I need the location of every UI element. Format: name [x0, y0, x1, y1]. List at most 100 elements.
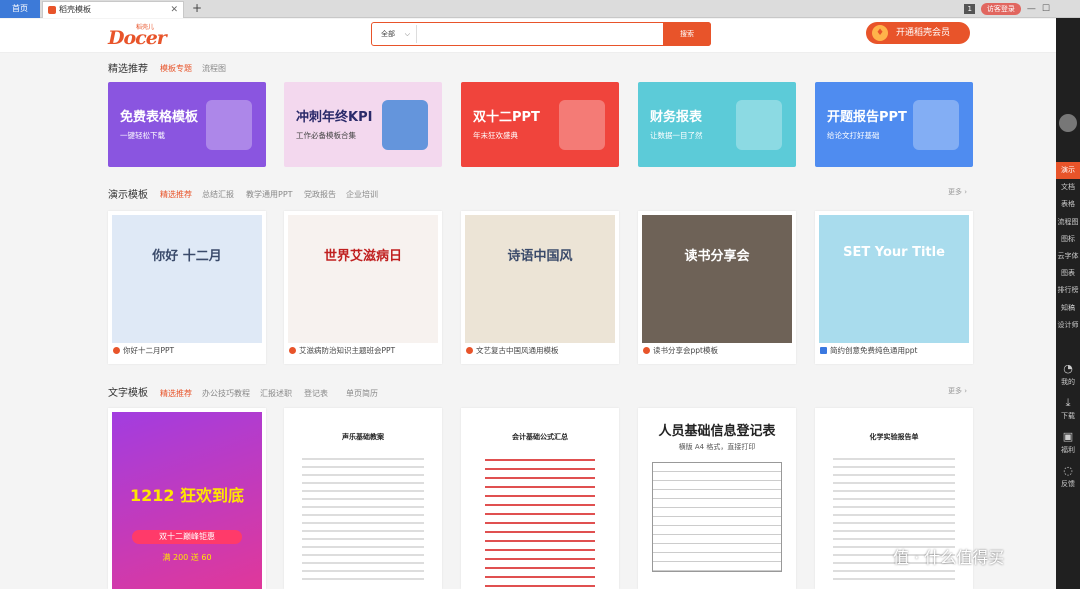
text-line — [485, 468, 595, 470]
avatar[interactable] — [1059, 114, 1077, 132]
text-line — [302, 514, 424, 516]
text-line — [833, 474, 955, 476]
tab-text-3[interactable]: 登记表 — [304, 388, 328, 399]
tab-featured-flowchart[interactable]: 流程图 — [202, 63, 226, 74]
gift-icon: ▣ — [1062, 430, 1074, 443]
thumbnail-title: SET Your Title — [843, 245, 945, 260]
text-section-title: 文字模板 — [108, 388, 148, 399]
text-line — [302, 538, 424, 540]
thumbnail-subtitle: 双十二巅峰钜惠 — [132, 530, 242, 544]
featured-banner-1[interactable]: 冲刺年终KPI 工作必备模板合集 — [284, 82, 442, 167]
text-template-card[interactable]: 声乐基础教案 — [284, 408, 442, 589]
text-line — [833, 522, 955, 524]
docer-tab-icon — [48, 6, 56, 14]
sidebar-item-5[interactable]: 云字体 — [1056, 248, 1080, 265]
sidebar-item-7[interactable]: 排行榜 — [1056, 282, 1080, 299]
sidebar-item-6[interactable]: 图表 — [1056, 265, 1080, 282]
docer-logo[interactable]: Docer 稻壳儿 — [108, 22, 167, 49]
tab-featured-topics[interactable]: 模板专题 — [160, 63, 192, 74]
tab-ppt-4[interactable]: 企业培训 — [346, 189, 378, 200]
template-caption-text: 艾滋病防治知识主题班会PPT — [299, 346, 396, 355]
banner-illustration — [206, 100, 252, 150]
ppt-section-title: 演示模板 — [108, 190, 148, 201]
sidebar-item-4[interactable]: 图标 — [1056, 231, 1080, 248]
ppt-template-card[interactable]: 你好 十二月你好十二月PPT — [108, 211, 266, 364]
text-line — [302, 482, 424, 484]
sidebar-item-8[interactable]: 知稿 — [1056, 300, 1080, 317]
ppt-template-card[interactable]: 读书分享会 读书分享会ppt模板 — [638, 211, 796, 364]
template-thumbnail: 会计基础公式汇总 — [465, 412, 615, 589]
guest-login-button[interactable]: 访客登录 — [980, 3, 1021, 15]
template-caption: 艾滋病防治知识主题班会PPT — [289, 345, 395, 356]
sidebar-action-1[interactable]: ⤓ 下载 — [1056, 395, 1080, 429]
thumbnail-title: 会计基础公式汇总 — [512, 433, 568, 441]
ppt-template-card[interactable]: 世界艾滋病日 艾滋病防治知识主题班会PPT — [284, 211, 442, 364]
text-line — [833, 506, 955, 508]
thumbnail-title: 声乐基础教案 — [342, 433, 384, 441]
tab-text-4[interactable]: 单页简历 — [346, 388, 378, 399]
tab-count-badge[interactable]: 1 — [964, 4, 975, 14]
ppt-more-link[interactable]: 更多 › — [948, 187, 967, 197]
new-tab-plus-icon[interactable]: + — [192, 0, 202, 17]
template-caption-text: 简约创意免费纯色通用ppt — [830, 346, 918, 355]
text-line — [302, 498, 424, 500]
sidebar-item-9[interactable]: 设计师 — [1056, 317, 1080, 334]
tab-ppt-1[interactable]: 总结汇报 — [202, 189, 234, 200]
home-tab[interactable]: 首页 — [0, 0, 40, 18]
template-caption: 你好十二月PPT — [113, 345, 174, 356]
search-button[interactable]: 搜索 — [663, 22, 711, 46]
tab-text-2[interactable]: 汇报述职 — [260, 388, 292, 399]
banner-title: 冲刺年终KPI — [296, 110, 373, 125]
text-line — [833, 538, 955, 540]
search-category-label: 全部 — [381, 30, 395, 38]
sidebar-bottom-actions: ◔ 我的 ⤓ 下载 ▣ 福利 ◌ 反馈 — [1056, 361, 1080, 497]
template-caption: 读书分享会ppt模板 — [643, 345, 718, 356]
featured-banner-3[interactable]: 财务报表 让数据一目了然 — [638, 82, 796, 167]
text-line — [302, 466, 424, 468]
search-input[interactable] — [416, 25, 662, 43]
template-caption: 简约创意免费纯色通用ppt — [820, 345, 917, 356]
minimize-icon[interactable]: — — [1027, 4, 1036, 14]
text-line — [485, 585, 595, 587]
chevron-down-icon: ⌵ — [404, 30, 410, 38]
text-line — [485, 558, 595, 560]
sidebar-item-1[interactable]: 文档 — [1056, 179, 1080, 196]
text-template-card[interactable]: 1212 狂欢到底 双十二巅峰钜惠满 200 送 60 — [108, 408, 266, 589]
tab-text-0[interactable]: 精选推荐 — [160, 388, 192, 399]
ppt-type-icon — [289, 347, 296, 354]
right-sidebar: 演示 文档 表格 流程图 图标 云字体 图表 排行榜 知稿 设计师 ◔ 我的 ⤓ 下载 ▣ 福利 ◌ 反馈 — [1056, 18, 1080, 589]
sidebar-action-0[interactable]: ◔ 我的 — [1056, 361, 1080, 395]
tab-ppt-3[interactable]: 党政报告 — [304, 189, 336, 200]
text-line — [302, 474, 424, 476]
browser-tab-bar: 首页 稻壳模板 ✕ + 1 访客登录 — ☐ — [0, 0, 1080, 18]
text-template-card[interactable]: 人员基础信息登记表 横版 A4 格式，直接打印 — [638, 408, 796, 589]
document-text-preview — [288, 452, 438, 586]
close-tab-icon[interactable]: ✕ — [170, 2, 178, 18]
text-more-link[interactable]: 更多 › — [948, 386, 967, 396]
sidebar-item-3[interactable]: 流程图 — [1056, 214, 1080, 231]
template-caption: 文艺复古中国风通用模板 — [466, 345, 559, 356]
sidebar-action-2[interactable]: ▣ 福利 — [1056, 429, 1080, 463]
tab-docer[interactable]: 稻壳模板 ✕ — [42, 1, 184, 18]
template-caption-text: 你好十二月PPT — [123, 346, 175, 355]
text-template-card[interactable]: 会计基础公式汇总 — [461, 408, 619, 589]
maximize-icon[interactable]: ☐ — [1042, 4, 1050, 14]
tab-ppt-2[interactable]: 教学通用PPT — [246, 189, 293, 200]
ppt-template-card[interactable]: SET Your Title 简约创意免费纯色通用ppt — [815, 211, 973, 364]
tab-ppt-0[interactable]: 精选推荐 — [160, 189, 192, 200]
sidebar-action-3[interactable]: ◌ 反馈 — [1056, 463, 1080, 497]
featured-banner-0[interactable]: 免费表格模板 一键轻松下载 — [108, 82, 266, 167]
ppt-template-card[interactable]: 诗语中国风 文艺复古中国风通用模板 — [461, 211, 619, 364]
text-line — [485, 540, 595, 542]
search-category-select[interactable]: 全部 ⌵ — [372, 23, 416, 45]
thumbnail-title: 你好 十二月 — [152, 249, 222, 264]
featured-banner-2[interactable]: 双十二PPT 年末狂欢盛典 — [461, 82, 619, 167]
sidebar-item-0[interactable]: 演示 — [1056, 162, 1080, 180]
sidebar-item-2[interactable]: 表格 — [1056, 196, 1080, 213]
template-thumbnail: 你好 十二月 — [112, 215, 262, 343]
text-line — [302, 522, 424, 524]
vip-button[interactable]: ♦ 开通稻壳会员 — [866, 22, 970, 44]
featured-banner-4[interactable]: 开题报告PPT 给论文打好基础 — [815, 82, 973, 167]
tab-text-1[interactable]: 办公技巧教程 — [202, 388, 250, 399]
text-line — [485, 567, 595, 569]
